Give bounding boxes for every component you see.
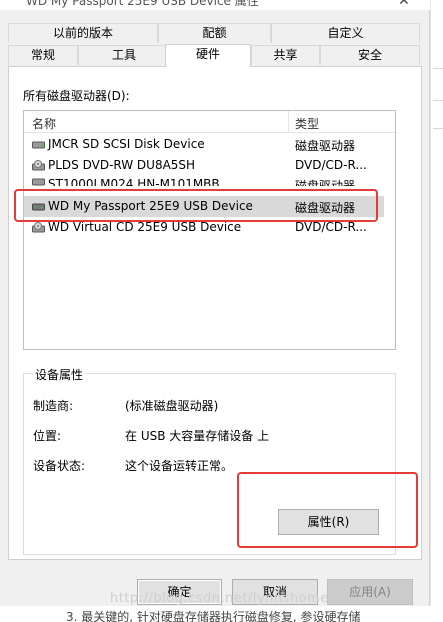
list-item[interactable]: PLDS DVD-RW DU8A5SH DVD/CD-R...	[24, 155, 384, 176]
tab-security[interactable]: 安全	[320, 45, 420, 65]
optical-drive-icon	[32, 222, 45, 233]
device-name: ST1000LM024 HN-M101MBB	[48, 177, 220, 186]
group-title: 设备属性	[33, 366, 86, 383]
device-name: WD Virtual CD 25E9 USB Device	[48, 220, 242, 234]
list-header: 名称 类型	[24, 111, 395, 133]
tab-sharing[interactable]: 共享	[251, 45, 320, 65]
drives-list-label: 所有磁盘驱动器(D):	[23, 89, 130, 103]
column-divider[interactable]	[288, 111, 289, 133]
tab-label: 工具	[111, 48, 136, 62]
column-header-name[interactable]: 名称	[32, 115, 56, 132]
list-item[interactable]: JMCR SD SCSI Disk Device 磁盘驱动器	[24, 134, 384, 155]
background-page-text: 3. 最关键的, 针对硬盘存储器执行磁盘修复, 参设硬存储	[66, 610, 361, 622]
tab-label: 共享	[273, 48, 298, 62]
tab-quota[interactable]: 配额	[158, 23, 271, 43]
list-item[interactable]: ST1000LM024 HN-M101MBB 磁盘驱动器	[24, 176, 384, 186]
tab-label: 以前的版本	[52, 26, 113, 40]
close-icon[interactable]: ✕	[398, 0, 410, 9]
drives-list[interactable]: 名称 类型 JMCR SD SCSI Disk Device 磁盘驱动器 PLD…	[23, 110, 396, 350]
tab-previous-versions[interactable]: 以前的版本	[8, 23, 158, 43]
device-properties-button[interactable]: 属性(R)	[278, 509, 379, 535]
device-name: PLDS DVD-RW DU8A5SH	[48, 158, 196, 172]
disk-drive-icon	[32, 141, 45, 149]
tab-label: 硬件	[195, 47, 220, 61]
background-page-edge	[430, 0, 443, 622]
optical-drive-icon	[32, 160, 45, 171]
device-type: 磁盘驱动器	[295, 179, 356, 186]
manufacturer-label: 制造商:	[33, 399, 74, 413]
background-divider	[433, 68, 443, 69]
properties-dialog: WD My Passport 25E9 USB Device 属性 ✕ 以前的版…	[0, 0, 430, 622]
device-name: JMCR SD SCSI Disk Device	[48, 137, 205, 151]
device-type: DVD/CD-R...	[295, 220, 367, 234]
device-name: WD My Passport 25E9 USB Device	[48, 199, 253, 213]
tab-label: 安全	[357, 48, 382, 62]
apply-button: 应用(A)	[327, 579, 413, 605]
device-type: DVD/CD-R...	[295, 158, 367, 172]
list-item-selected[interactable]: WD My Passport 25E9 USB Device 磁盘驱动器	[24, 196, 384, 217]
location-value: 在 USB 大容量存储设备 上	[125, 429, 270, 443]
tab-label: 配额	[202, 26, 227, 40]
tab-hardware[interactable]: 硬件	[165, 44, 251, 67]
title-bar: WD My Passport 25E9 USB Device 属性 ✕	[0, 0, 430, 10]
location-label: 位置:	[33, 429, 62, 443]
status-value: 这个设备运转正常。	[125, 459, 234, 473]
tab-tools[interactable]: 工具	[78, 45, 170, 65]
device-type: 磁盘驱动器	[295, 201, 356, 215]
disk-drive-icon	[32, 203, 45, 211]
tab-label: 常规	[30, 48, 55, 62]
background-divider	[433, 128, 443, 129]
background-page-strip: 3. 最关键的, 针对硬盘存储器执行磁盘修复, 参设硬存储	[0, 606, 443, 622]
status-label: 设备状态:	[33, 459, 86, 473]
background-divider	[433, 100, 443, 101]
list-scrollbar[interactable]	[381, 111, 395, 349]
watermark-text: http://blog.csdn.net/lynnshome	[110, 591, 329, 606]
manufacturer-value: (标准磁盘驱动器)	[125, 399, 219, 413]
list-item[interactable]: WD Virtual CD 25E9 USB Device DVD/CD-R..…	[24, 217, 384, 238]
tab-label: 自定义	[327, 26, 364, 40]
device-type: 磁盘驱动器	[295, 139, 356, 153]
window-title: WD My Passport 25E9 USB Device 属性	[26, 0, 259, 8]
hardware-tab-panel: 所有磁盘驱动器(D): 名称 类型 JMCR SD SCSI Disk Devi…	[8, 66, 422, 560]
tab-customize[interactable]: 自定义	[271, 23, 420, 43]
disk-drive-icon	[32, 178, 45, 186]
tab-general[interactable]: 常规	[8, 45, 78, 65]
device-properties-group: 设备属性 制造商: (标准磁盘驱动器) 位置: 在 USB 大容量存储设备 上 …	[23, 366, 396, 555]
column-header-type[interactable]: 类型	[295, 115, 319, 132]
